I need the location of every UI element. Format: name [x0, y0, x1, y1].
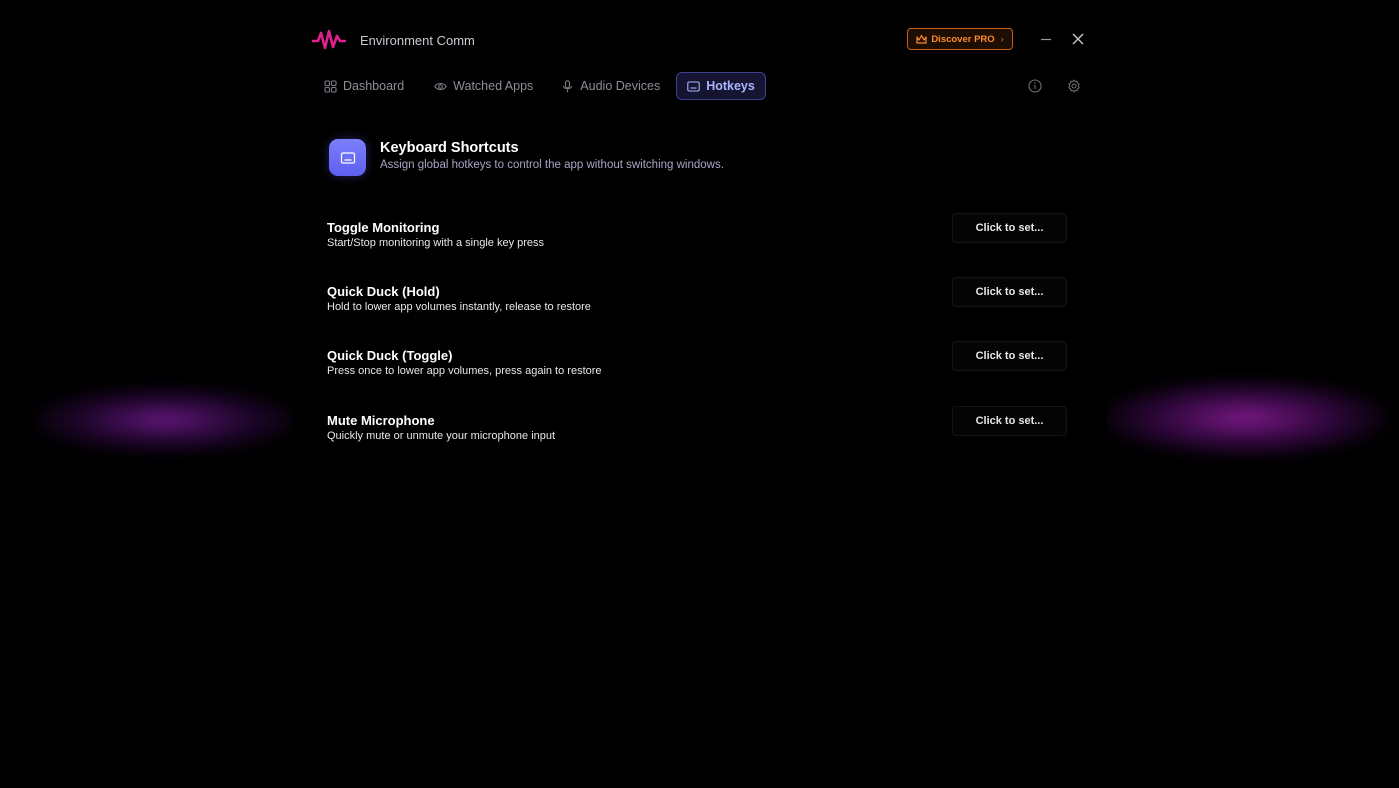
section-title: Keyboard Shortcuts — [380, 140, 519, 156]
tab-watched-apps[interactable]: Watched Apps — [424, 72, 543, 100]
main-nav: Dashboard Watched Apps Audio Devices Hot… — [314, 72, 766, 100]
tab-audio-devices[interactable]: Audio Devices — [551, 72, 670, 100]
tab-hotkeys-label: Hotkeys — [706, 79, 755, 93]
tab-hotkeys[interactable]: Hotkeys — [676, 72, 766, 100]
discover-pro-button[interactable]: Discover PRO › — [907, 28, 1013, 50]
close-icon[interactable] — [1070, 31, 1086, 47]
hotkey-description: Press once to lower app volumes, press a… — [327, 365, 602, 377]
hotkey-description: Quickly mute or unmute your microphone i… — [327, 430, 556, 442]
hotkey-description: Hold to lower app volumes instantly, rel… — [327, 301, 591, 313]
tab-audio-devices-label: Audio Devices — [580, 79, 661, 93]
set-hotkey-button[interactable]: Click to set... — [952, 341, 1067, 371]
set-hotkey-button[interactable]: Click to set... — [952, 213, 1067, 243]
background-glow-right — [1100, 378, 1390, 458]
tab-dashboard[interactable]: Dashboard — [314, 72, 414, 100]
hotkey-title: Toggle Monitoring — [327, 220, 440, 235]
hotkey-row-toggle-monitoring: Toggle Monitoring Start/Stop monitoring … — [327, 213, 1072, 270]
tab-dashboard-label: Dashboard — [343, 79, 405, 93]
keyboard-icon — [329, 139, 366, 176]
minimize-icon[interactable] — [1038, 31, 1054, 47]
set-hotkey-button[interactable]: Click to set... — [952, 406, 1067, 436]
info-icon[interactable] — [1028, 79, 1042, 93]
crown-icon — [916, 34, 927, 44]
chevron-right-icon: › — [1000, 34, 1004, 44]
keyboard-icon — [687, 80, 700, 92]
hotkey-row-mute-microphone: Mute Microphone Quickly mute or unmute y… — [327, 406, 1072, 463]
keyboard-shortcuts-header: Keyboard Shortcuts Assign global hotkeys… — [329, 139, 1029, 179]
background-glow-left — [30, 385, 300, 455]
hotkey-row-quick-duck-toggle: Quick Duck (Toggle) Press once to lower … — [327, 341, 1072, 398]
microphone-icon — [563, 79, 573, 92]
hotkey-row-quick-duck-hold: Quick Duck (Hold) Hold to lower app volu… — [327, 277, 1072, 334]
waveform-logo-icon — [312, 29, 346, 50]
tab-watched-apps-label: Watched Apps — [453, 79, 534, 93]
hotkey-title: Quick Duck (Hold) — [327, 284, 440, 299]
hotkey-description: Start/Stop monitoring with a single key … — [327, 237, 545, 249]
app-title: Environment Comm — [360, 33, 475, 48]
section-subtitle: Assign global hotkeys to control the app… — [380, 159, 724, 171]
hotkey-title: Quick Duck (Toggle) — [327, 348, 453, 363]
title-bar: Environment Comm Discover PRO › — [292, 0, 1107, 70]
hotkey-title: Mute Microphone — [327, 413, 435, 428]
app-window: Environment Comm Discover PRO › Dashboar… — [292, 0, 1107, 788]
discover-pro-label: Discover PRO — [931, 33, 995, 45]
grid-icon — [324, 79, 337, 93]
gear-icon[interactable] — [1067, 79, 1081, 93]
set-hotkey-button[interactable]: Click to set... — [952, 277, 1067, 307]
eye-icon — [434, 82, 447, 90]
